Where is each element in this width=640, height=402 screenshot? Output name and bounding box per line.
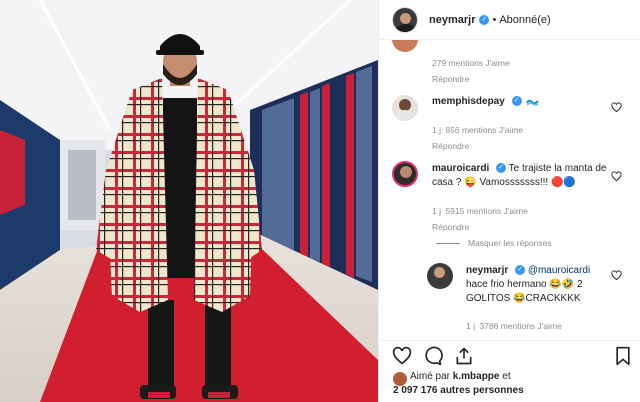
comments-list[interactable]: 279 mentions J'aime Répondre memphisdepa…: [379, 40, 640, 340]
comment-avatar[interactable]: [392, 40, 418, 52]
verified-badge-icon: ✓: [515, 265, 526, 276]
liked-by-prefix: Aimé par: [410, 371, 451, 382]
liked-by-summary: Aimé par k.mbappe et 2 097 176 autres pe…: [393, 370, 524, 398]
reply-link[interactable]: Répondre: [432, 74, 510, 84]
comment-time[interactable]: 1 j: [432, 125, 441, 135]
thread-line: [436, 242, 460, 244]
reply-link[interactable]: Répondre: [432, 141, 607, 151]
comment-likes[interactable]: 279 mentions J'aime: [432, 58, 510, 68]
verified-badge-icon: ✓: [496, 163, 507, 174]
comment-avatar-mauroicardi[interactable]: [392, 161, 418, 187]
comment-username[interactable]: mauroicardi: [432, 163, 489, 174]
comment-like-heart-icon[interactable]: [611, 270, 622, 281]
liker-username[interactable]: k.mbappe: [453, 371, 500, 382]
wave-emoji-icon: [526, 100, 540, 107]
follow-status-button[interactable]: Abonné(e): [499, 14, 550, 26]
post-header: neymarjr ✓ • Abonné(e): [379, 0, 640, 40]
hide-replies-button[interactable]: Masquer les réponses: [468, 238, 552, 248]
bookmark-icon[interactable]: [614, 346, 632, 366]
post-action-bar: [379, 340, 640, 370]
comment-avatar-memphisdepay[interactable]: [392, 95, 418, 121]
comment-likes[interactable]: 3786 mentions J'aime: [479, 321, 561, 331]
reply-avatar-neymarjr[interactable]: [427, 263, 453, 289]
comment-username[interactable]: memphisdepay: [432, 96, 505, 107]
comment-time[interactable]: 1 j: [432, 206, 441, 216]
likes-count[interactable]: 2 097 176 autres personnes: [393, 385, 524, 396]
comment-icon[interactable]: [423, 346, 443, 366]
liker-avatar[interactable]: [393, 372, 407, 386]
liked-by-connector: et: [502, 371, 511, 382]
author-avatar[interactable]: [392, 6, 418, 33]
reply-neymarjr: neymarjr ✓ @mauroicardi hace frio herman…: [466, 264, 611, 334]
comment-username[interactable]: neymarjr: [466, 265, 508, 276]
comment-meta-partial: 279 mentions J'aime Répondre: [432, 53, 510, 84]
comment-likes[interactable]: 856 mentions J'aime: [445, 125, 523, 135]
comment-text: hace frio hermano 😂🤣 2 GOLITOS 😂CRACKKKK: [466, 279, 583, 304]
post-sidebar: neymarjr ✓ • Abonné(e) 279 mentions J'ai…: [378, 0, 640, 402]
header-separator: •: [492, 13, 497, 26]
comment-likes[interactable]: 5915 mentions J'aime: [445, 206, 527, 216]
share-icon[interactable]: [454, 346, 474, 366]
reply-link[interactable]: Répondre: [432, 222, 607, 232]
post-photo[interactable]: [0, 0, 378, 402]
author-username[interactable]: neymarjr: [429, 14, 475, 26]
mention-link[interactable]: @mauroicardi: [528, 265, 590, 276]
verified-badge-icon: ✓: [479, 14, 490, 25]
heart-icon[interactable]: [392, 346, 412, 366]
comment-mauroicardi: mauroicardi ✓ Te trajiste la manta de ca…: [432, 162, 607, 248]
comment-memphisdepay: memphisdepay ✓ 1 j 856 mentions J'aime R…: [432, 95, 607, 151]
comment-like-heart-icon[interactable]: [611, 102, 622, 113]
verified-badge-icon: ✓: [511, 96, 522, 107]
comment-time[interactable]: 1 j: [466, 321, 475, 331]
comment-like-heart-icon[interactable]: [611, 171, 622, 182]
